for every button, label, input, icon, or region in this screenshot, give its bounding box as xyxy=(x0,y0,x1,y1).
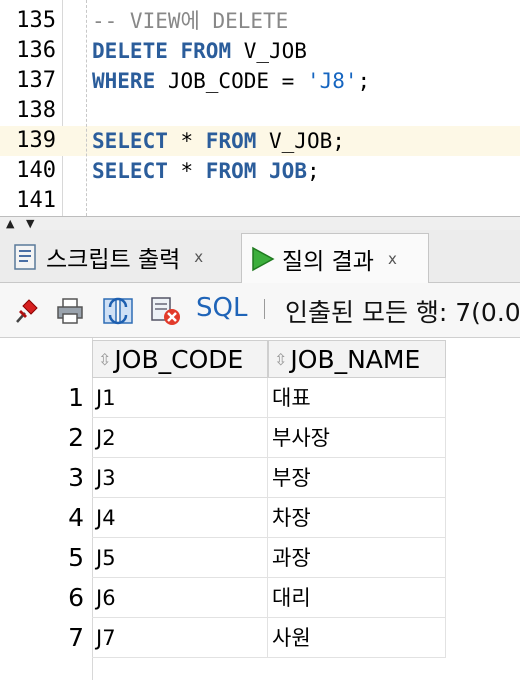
code-token: SELECT xyxy=(92,159,168,183)
code-token: * xyxy=(167,159,206,183)
print-icon[interactable] xyxy=(54,295,86,327)
tab-query-result-label: 질의 결과 xyxy=(282,248,374,275)
code-token: V_JOB; xyxy=(256,129,345,153)
line-number: 140 xyxy=(16,158,56,183)
tab-close-icon[interactable]: x xyxy=(388,250,397,268)
code-line[interactable]: 136 DELETE FROM V_JOB xyxy=(0,36,520,66)
pin-icon[interactable] xyxy=(10,295,42,327)
row-number: 1 xyxy=(68,383,84,412)
code-line[interactable]: 139 SELECT * FROM V_JOB; xyxy=(0,126,520,156)
sql-button[interactable]: SQL xyxy=(196,293,247,323)
tab-script-output[interactable]: 스크립트 출력 x xyxy=(6,234,236,280)
cell-job-name[interactable]: 사원 xyxy=(268,618,446,658)
column-header-job-name[interactable]: ⇳ JOB_NAME xyxy=(268,340,446,378)
run-play-icon xyxy=(248,245,276,273)
code-text: WHERE JOB_CODE = 'J8'; xyxy=(92,66,370,96)
tab-close-icon[interactable]: x xyxy=(194,248,203,266)
fold-guide xyxy=(86,0,87,216)
code-token: ; xyxy=(306,159,320,183)
table-row[interactable]: 5 J5 과장 xyxy=(0,538,446,578)
table-row[interactable]: 1 J1 대표 xyxy=(0,378,446,418)
cell-job-name[interactable]: 부사장 xyxy=(268,418,446,458)
row-number: 3 xyxy=(68,463,84,492)
code-token: FROM xyxy=(180,39,232,63)
code-token: JOB_CODE = xyxy=(155,69,307,93)
cell-job-code[interactable]: J2 xyxy=(92,418,268,458)
code-token: JOB xyxy=(269,159,307,183)
table-row[interactable]: 7 J7 사원 xyxy=(0,618,446,658)
cell-job-name[interactable]: 대리 xyxy=(268,578,446,618)
cell-job-code[interactable]: J7 xyxy=(92,618,268,658)
code-line[interactable]: 135 -- VIEW에 DELETE xyxy=(0,6,520,36)
line-number: 135 xyxy=(16,8,56,33)
code-token: V_JOB xyxy=(231,39,307,63)
code-token: * xyxy=(167,129,206,153)
row-number: 7 xyxy=(68,623,84,652)
result-grid[interactable]: ⇳ JOB_CODE ⇳ JOB_NAME 1 J1 대표 2 J2 부사장 3 J3 부장 4 J… xyxy=(0,338,520,680)
refresh-icon[interactable] xyxy=(102,295,134,327)
row-number: 2 xyxy=(68,423,84,452)
line-number: 137 xyxy=(16,68,56,93)
table-row[interactable]: 4 J4 차장 xyxy=(0,498,446,538)
code-line[interactable]: 140 SELECT * FROM JOB; xyxy=(0,156,520,186)
code-token: DELETE xyxy=(92,39,168,63)
row-number: 4 xyxy=(68,503,84,532)
column-header-label: JOB_NAME xyxy=(290,344,421,374)
code-line[interactable]: 138 xyxy=(0,96,520,126)
cell-job-code[interactable]: J6 xyxy=(92,578,268,618)
table-row[interactable]: 2 J2 부사장 xyxy=(0,418,446,458)
cell-job-name[interactable]: 부장 xyxy=(268,458,446,498)
row-number: 6 xyxy=(68,583,84,612)
tab-query-result[interactable]: 질의 결과 x xyxy=(241,233,429,283)
sql-editor[interactable]: 135 -- VIEW에 DELETE 136 DELETE FROM V_JOB 13… xyxy=(0,0,520,216)
fetch-status: 인출된 모든 행: 7(0.0 xyxy=(285,298,520,327)
cell-job-code[interactable]: J1 xyxy=(92,378,268,418)
code-token: WHERE xyxy=(92,69,156,93)
cell-job-name[interactable]: 차장 xyxy=(268,498,446,538)
toolbar-separator xyxy=(264,299,265,319)
line-number: 138 xyxy=(16,98,56,123)
line-number: 139 xyxy=(16,128,56,153)
panel-splitter[interactable]: ▲ ▼ xyxy=(0,216,520,231)
tab-script-output-label: 스크립트 출력 xyxy=(46,247,181,273)
table-row[interactable]: 6 J6 대리 xyxy=(0,578,446,618)
code-line[interactable]: 137 WHERE JOB_CODE = 'J8'; xyxy=(0,66,520,96)
cell-job-name[interactable]: 대표 xyxy=(268,378,446,418)
cell-job-name[interactable]: 과장 xyxy=(268,538,446,578)
code-text: SELECT * FROM V_JOB; xyxy=(92,126,345,156)
line-number: 136 xyxy=(16,38,56,63)
code-token: 'J8' xyxy=(306,69,358,93)
cancel-fetch-icon[interactable] xyxy=(150,295,182,327)
script-output-icon xyxy=(12,243,40,271)
line-number: 141 xyxy=(16,188,56,213)
code-text: -- VIEW에 DELETE xyxy=(92,6,288,36)
collapse-down-arrow-icon[interactable]: ▼ xyxy=(26,218,34,229)
cell-job-code[interactable]: J5 xyxy=(92,538,268,578)
column-header-label: JOB_CODE xyxy=(114,344,244,374)
cell-job-code[interactable]: J4 xyxy=(92,498,268,538)
code-token: SELECT xyxy=(92,129,168,153)
column-header-job-code[interactable]: ⇳ JOB_CODE xyxy=(92,340,268,378)
code-token: FROM xyxy=(205,159,257,183)
code-line[interactable]: 141 xyxy=(0,186,520,216)
sort-icon[interactable]: ⇳ xyxy=(274,350,287,369)
table-row[interactable]: 3 J3 부장 xyxy=(0,458,446,498)
output-tabbar: 스크립트 출력 x 질의 결과 x xyxy=(0,230,520,283)
code-text: SELECT * FROM JOB; xyxy=(92,156,320,186)
code-text: DELETE FROM V_JOB xyxy=(92,36,307,66)
result-toolbar: SQL 인출된 모든 행: 7(0.0 xyxy=(0,283,520,338)
code-token: FROM xyxy=(205,129,257,153)
code-token: -- VIEW에 DELETE xyxy=(92,9,289,33)
code-token: ; xyxy=(357,69,371,93)
row-number: 5 xyxy=(68,543,84,572)
sort-icon[interactable]: ⇳ xyxy=(98,350,111,369)
collapse-up-arrow-icon[interactable]: ▲ xyxy=(6,218,14,229)
cell-job-code[interactable]: J3 xyxy=(92,458,268,498)
